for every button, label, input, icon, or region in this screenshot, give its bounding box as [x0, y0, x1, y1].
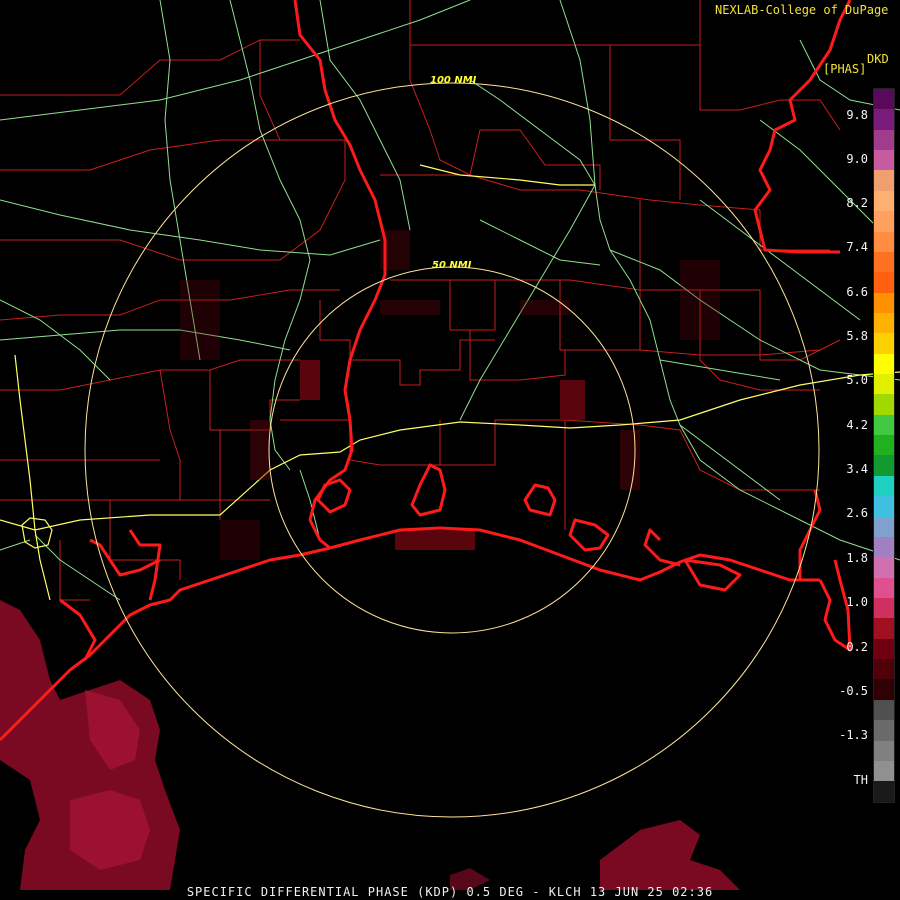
color-scale-swatch — [874, 129, 894, 151]
ring-100nmi — [84, 82, 820, 818]
color-scale-tick: 4.2 — [846, 418, 868, 432]
color-scale-swatch — [874, 455, 894, 476]
ring-50nmi — [268, 266, 636, 634]
ring-label-50: 50 NMI — [432, 260, 472, 271]
color-scale-swatch — [874, 618, 894, 639]
color-scale-tick: 5.8 — [846, 329, 868, 343]
radar-map: 100 NMI 50 NMI — [0, 0, 900, 890]
color-scale-swatch — [874, 89, 894, 110]
range-rings — [84, 82, 820, 818]
color-scale-swatch — [874, 781, 894, 802]
color-scale-swatch — [874, 414, 894, 436]
color-scale-tick: 6.6 — [846, 285, 868, 299]
product-code-label: DKD — [867, 52, 889, 66]
color-scale-swatch — [874, 251, 894, 273]
color-scale-tick: 2.6 — [846, 506, 868, 520]
color-scale-swatch — [874, 699, 894, 721]
color-scale-swatch — [874, 720, 894, 741]
units-label: [PHAS] — [823, 62, 867, 76]
precipitation-echoes — [0, 600, 740, 890]
color-scale-swatch — [874, 475, 894, 497]
color-scale-swatch — [874, 638, 894, 660]
color-scale-swatch — [874, 190, 894, 212]
ring-label-100: 100 NMI — [430, 75, 477, 86]
color-scale-swatch — [874, 394, 894, 415]
color-scale-tick: 9.8 — [846, 108, 868, 122]
color-scale-tick: -1.3 — [839, 728, 868, 742]
color-scale-swatch — [874, 231, 894, 252]
color-scale-swatch — [874, 211, 894, 232]
credit-label: NEXLAB-College of DuPage — [715, 3, 889, 17]
color-scale-tick: 1.8 — [846, 551, 868, 565]
color-scale-swatch — [874, 760, 894, 782]
color-scale-swatch — [874, 516, 894, 537]
color-scale-swatch — [874, 597, 894, 619]
color-scale-tick: 7.4 — [846, 240, 868, 254]
color-scale-swatch — [874, 536, 894, 558]
color-scale-swatch — [874, 109, 894, 130]
color-scale-swatch — [874, 496, 894, 517]
color-scale-bar — [873, 88, 895, 803]
color-scale-tick: 0.2 — [846, 640, 868, 654]
color-scale-tick: 5.0 — [846, 373, 868, 387]
color-scale-tick: 8.2 — [846, 196, 868, 210]
echo-southwest-core — [70, 790, 150, 870]
color-scale-tick: 3.4 — [846, 462, 868, 476]
color-scale-swatch — [874, 150, 894, 171]
color-scale-swatch — [874, 353, 894, 375]
color-scale-swatch — [874, 435, 894, 456]
color-scale-tick: 9.0 — [846, 152, 868, 166]
color-scale-tick: -0.5 — [839, 684, 868, 698]
echo-southeast — [600, 820, 740, 890]
color-scale-swatch — [874, 292, 894, 313]
color-scale-swatch — [874, 659, 894, 680]
color-scale-swatch — [874, 333, 894, 354]
color-scale-swatch — [874, 577, 894, 598]
color-scale-swatch — [874, 679, 894, 700]
product-caption: SPECIFIC DIFFERENTIAL PHASE (KDP) 0.5 DE… — [186, 885, 714, 899]
color-scale-tick: 1.0 — [846, 595, 868, 609]
color-scale-swatch — [874, 374, 894, 395]
color-scale-swatch — [874, 312, 894, 334]
color-scale-swatch — [874, 170, 894, 191]
color-scale-tick: TH — [853, 773, 868, 787]
color-scale-swatch — [874, 557, 894, 578]
color-scale-swatch — [874, 272, 894, 293]
color-scale-swatch — [874, 740, 894, 761]
